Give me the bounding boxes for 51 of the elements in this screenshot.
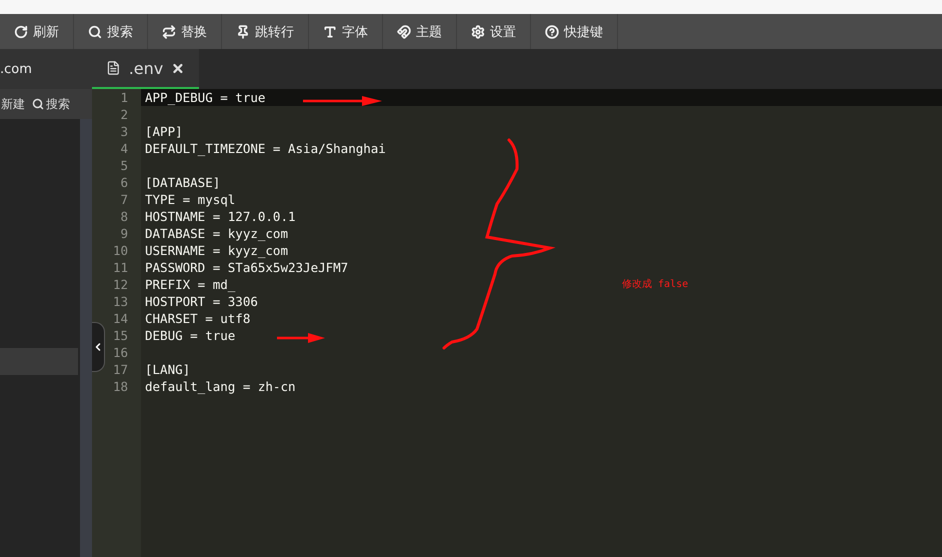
file-icon	[106, 60, 121, 76]
code-line: APP_DEBUG = true	[144, 89, 266, 106]
sidebar-action[interactable]: 搜索	[31, 96, 70, 112]
refresh-icon	[14, 24, 28, 38]
project-name: .com	[0, 62, 32, 76]
line-number: 14	[112, 310, 128, 327]
code-line: CHARSET = utf8	[144, 310, 250, 327]
line-number: 12	[112, 276, 128, 293]
arrow	[277, 333, 325, 343]
magnet-icon	[397, 24, 411, 38]
code-line: default_lang = zh-cn	[144, 378, 296, 395]
text-icon	[323, 24, 337, 38]
settings-icon	[471, 24, 485, 38]
sidebar-action[interactable]: 新建	[0, 96, 25, 112]
code-line: PASSWORD = STa65x5w23JeJFM7	[144, 259, 348, 276]
line-number: 7	[119, 191, 128, 208]
pin-icon	[236, 24, 250, 38]
code-line: HOSTNAME = 127.0.0.1	[144, 208, 296, 225]
code-line: [DATABASE]	[144, 174, 220, 191]
code-line: DEBUG = true	[144, 327, 236, 344]
file-tab[interactable]: .env	[92, 49, 199, 89]
line-number: 4	[119, 140, 128, 157]
search-icon	[32, 98, 44, 110]
line-number: 9	[119, 225, 128, 242]
code-line: PREFIX = md_	[144, 276, 236, 293]
code-line: TYPE = mysql	[144, 191, 236, 208]
code-line: DEFAULT_TIMEZONE = Asia/Shanghai	[144, 140, 386, 157]
line-number: 5	[119, 157, 128, 174]
line-number: 6	[119, 174, 128, 191]
line-number: 13	[112, 293, 128, 310]
line-number: 3	[119, 123, 128, 140]
line-number: 15	[112, 327, 128, 344]
annotation-note: 修改成 false	[622, 278, 688, 291]
code-line: USERNAME = kyyz_com	[144, 242, 288, 259]
scrollbar[interactable]	[80, 119, 92, 557]
collapse-handle[interactable]	[92, 322, 105, 372]
line-number: 11	[112, 259, 128, 276]
help-icon	[545, 24, 559, 38]
search-icon	[88, 24, 102, 38]
code-line: [APP]	[144, 123, 183, 140]
line-number: 16	[112, 344, 128, 361]
line-number: 10	[112, 242, 128, 259]
code-line: [LANG]	[144, 361, 190, 378]
line-number: 17	[112, 361, 128, 378]
code-line: DATABASE = kyyz_com	[144, 225, 288, 242]
line-number: 1	[119, 89, 128, 106]
repeat-icon	[162, 24, 176, 38]
line-number: 8	[119, 208, 128, 225]
code-line: HOSTPORT = 3306	[144, 293, 258, 310]
line-number: 18	[112, 378, 128, 395]
line-number: 2	[119, 106, 128, 123]
